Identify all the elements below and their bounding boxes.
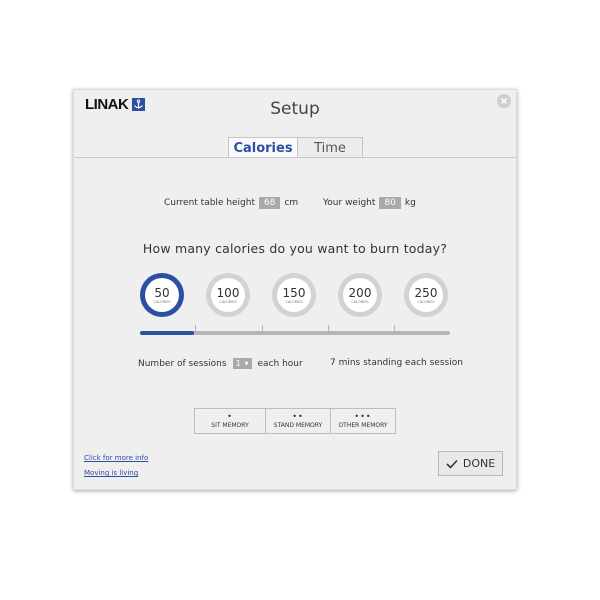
other-memory-button[interactable]: ••• OTHER MEMORY [330, 409, 395, 433]
calorie-option-value: 150 [282, 285, 306, 300]
table-height-label: Current table height [164, 198, 256, 208]
done-button[interactable]: DONE [438, 451, 503, 476]
moving-is-living-link[interactable]: Moving is living [84, 469, 138, 477]
calorie-option-value: 200 [348, 285, 372, 300]
dialog-title: Setup [270, 99, 320, 119]
calorie-option-250[interactable]: 250 CALORIES [404, 273, 448, 317]
memory-label: SIT MEMORY [211, 422, 249, 429]
calorie-option-unit: CALORIES [417, 299, 435, 304]
calorie-option-unit: CALORIES [219, 299, 237, 304]
table-height-unit: cm [284, 198, 299, 208]
sessions-dropdown[interactable]: 1 ▼ [232, 358, 252, 369]
calorie-option-50[interactable]: 50 CALORIES [140, 273, 184, 317]
tab-bar: Calories Time [228, 137, 363, 158]
standing-info: 7 mins standing each session [330, 358, 463, 368]
calorie-option-100[interactable]: 100 CALORIES [206, 273, 250, 317]
memory-dots: ••• [354, 412, 372, 421]
setup-dialog: LINAK Setup Calories Time Current table … [73, 89, 517, 490]
calorie-option-unit: CALORIES [285, 299, 303, 304]
calorie-option-150[interactable]: 150 CALORIES [272, 273, 316, 317]
sessions-label: Number of sessions [138, 358, 227, 369]
slider-tick [195, 325, 196, 331]
calorie-slider-fill [140, 331, 195, 335]
calorie-option-200[interactable]: 200 CALORIES [338, 273, 382, 317]
memory-label: STAND MEMORY [273, 422, 323, 429]
calorie-option-unit: CALORIES [153, 299, 171, 304]
sit-memory-button[interactable]: • SIT MEMORY [195, 409, 265, 433]
calorie-option-value: 100 [216, 285, 240, 300]
close-icon[interactable] [497, 94, 511, 108]
chevron-down-icon: ▼ [244, 360, 249, 367]
table-height-value: 68 [259, 197, 281, 209]
weight-unit: kg [404, 198, 416, 208]
checkmark-icon [446, 459, 458, 469]
tab-calories[interactable]: Calories [228, 137, 298, 158]
weight-value[interactable]: 80 [379, 197, 401, 209]
calorie-option-value: 250 [414, 285, 438, 300]
sessions-value: 1 [235, 359, 241, 368]
memory-button-group: • SIT MEMORY •• STAND MEMORY ••• OTHER M… [194, 408, 396, 434]
table-height-row: Current table height 68 cm [164, 197, 298, 209]
more-info-link[interactable]: Click for more info [84, 454, 148, 462]
calorie-option-unit: CALORIES [351, 299, 369, 304]
calorie-option-value: 50 [154, 285, 170, 300]
stand-memory-button[interactable]: •• STAND MEMORY [265, 409, 330, 433]
weight-row: Your weight 80 kg [323, 197, 416, 209]
weight-label: Your weight [323, 198, 376, 208]
slider-tick [328, 325, 329, 331]
sessions-suffix: each hour [257, 358, 303, 369]
slider-tick [394, 325, 395, 331]
done-label: DONE [462, 457, 496, 470]
tab-divider [74, 157, 516, 158]
sessions-row: Number of sessions 1 ▼ each hour [138, 358, 303, 369]
standing-text: 7 mins standing each session [330, 358, 463, 368]
tab-time[interactable]: Time [298, 137, 363, 158]
memory-dots: •• [292, 412, 304, 421]
slider-tick [262, 325, 263, 331]
memory-label: OTHER MEMORY [338, 422, 388, 429]
calorie-question: How many calories do you want to burn to… [142, 241, 448, 256]
memory-dots: • [227, 412, 233, 421]
calorie-slider-track[interactable] [140, 331, 450, 335]
